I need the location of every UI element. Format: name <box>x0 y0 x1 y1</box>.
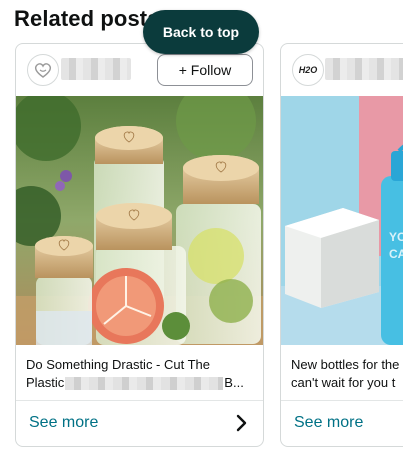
see-more-link[interactable]: See more <box>294 414 363 432</box>
caption-line-2-start: Plastic <box>26 375 65 390</box>
brand-name-redacted <box>61 58 131 80</box>
back-to-top-button[interactable]: Back to top <box>143 10 259 54</box>
post-header: H2O <box>281 44 403 96</box>
post-card[interactable]: + Follow Do Something Drastic - Cut The … <box>15 43 264 447</box>
brand-logo-text: H2O <box>298 65 318 75</box>
caption-line-2: can't wait for you t <box>291 375 396 390</box>
post-image[interactable] <box>16 96 263 345</box>
see-more-link[interactable]: See more <box>29 414 98 432</box>
caption-line-1: Do Something Drastic - Cut The <box>26 357 210 372</box>
brand-avatar[interactable] <box>27 54 59 86</box>
post-caption[interactable]: New bottles for the can't wait for you t <box>291 356 403 392</box>
caption-redacted <box>65 377 224 391</box>
svg-text:YO: YO <box>389 230 403 244</box>
post-caption[interactable]: Do Something Drastic - Cut The Plastic B.… <box>26 356 256 392</box>
post-footer[interactable]: See more <box>281 400 403 446</box>
svg-text:CA: CA <box>389 247 403 261</box>
chevron-right-icon[interactable] <box>229 411 253 435</box>
post-image[interactable]: YO CA <box>281 96 403 345</box>
caption-line-1: New bottles for the <box>291 357 400 372</box>
post-card[interactable]: H2O YO CA New bottles for the can't wait… <box>280 43 403 447</box>
brand-name-redacted <box>325 58 403 80</box>
follow-button[interactable]: + Follow <box>157 54 253 86</box>
brand-avatar[interactable]: H2O <box>292 54 324 86</box>
water-bottle-photo: YO CA <box>281 96 403 345</box>
glass-jars-photo <box>16 96 263 345</box>
heart-logo-icon <box>34 63 52 78</box>
caption-line-2: Plastic B... <box>26 374 256 392</box>
section-title: Related posts <box>14 6 160 31</box>
caption-line-2-end: B... <box>224 375 244 390</box>
post-footer[interactable]: See more <box>16 400 263 446</box>
